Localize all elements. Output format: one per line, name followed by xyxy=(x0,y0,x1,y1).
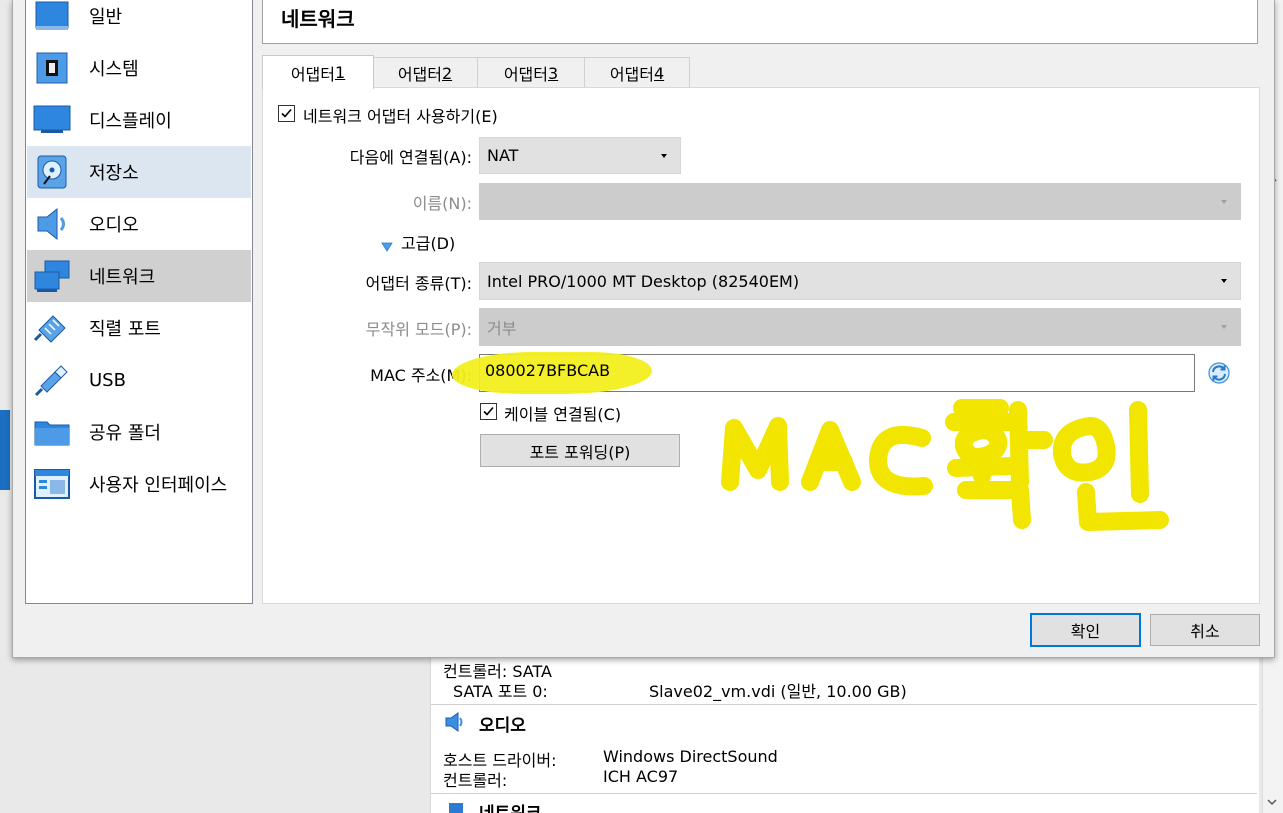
tab-adapter-4-key: 4 xyxy=(653,63,665,83)
cable-connected-label[interactable]: 케이블 연결됨(C) xyxy=(504,401,621,425)
sidebar-item-serial-port[interactable]: 직렬 포트 xyxy=(27,302,251,354)
tab-adapter-3-label: 어댑터 xyxy=(503,65,548,84)
usb-icon xyxy=(33,361,71,399)
tab-adapter-1-key: 1 xyxy=(334,63,346,82)
tab-adapter-3[interactable]: 어댑터 3 xyxy=(477,57,585,88)
attached-to-select[interactable]: NAT xyxy=(479,137,681,174)
user-interface-icon xyxy=(33,465,71,503)
tab-adapter-2-key: 2 xyxy=(441,63,453,83)
enable-adapter-checkbox[interactable] xyxy=(278,105,295,122)
mac-address-value: 080027BFBCAB xyxy=(485,361,611,380)
sidebar-item-storage[interactable]: 저장소 xyxy=(27,146,251,198)
audio-controller-label: 컨트롤러: xyxy=(443,771,508,790)
network-icon xyxy=(33,257,71,295)
adapter-type-select[interactable]: Intel PRO/1000 MT Desktop (82540EM) xyxy=(479,262,1241,300)
display-monitor-icon xyxy=(33,101,71,139)
adapter-type-label: 어댑터 종류(T): xyxy=(365,274,472,293)
sidebar-label-system: 시스템 xyxy=(89,59,139,80)
tab-adapter-4-label: 어댑터 xyxy=(609,65,654,84)
ok-button[interactable]: 확인 xyxy=(1030,613,1141,647)
system-chip-icon xyxy=(33,49,71,87)
cable-connected-checkbox[interactable] xyxy=(480,403,497,420)
promiscuous-mode-value: 거부 xyxy=(487,319,517,338)
chevron-down-icon xyxy=(661,153,667,158)
tab-adapter-1[interactable]: 어댑터 1 xyxy=(262,55,374,89)
sata-port-value: Slave02_vm.vdi (일반, 10.00 GB) xyxy=(649,682,907,701)
sidebar-item-shared-folder[interactable]: 공유 폴더 xyxy=(27,406,251,458)
sidebar-item-display[interactable]: 디스플레이 xyxy=(27,94,251,146)
tab-adapter-1-label: 어댑터 xyxy=(290,64,335,84)
sidebar-item-usb[interactable]: USB xyxy=(27,354,251,406)
host-driver-value: Windows DirectSound xyxy=(603,747,778,766)
mac-address-label: MAC 주소(M): xyxy=(370,366,472,385)
chevron-down-icon xyxy=(1221,325,1227,329)
sidebar-label-serial-port: 직렬 포트 xyxy=(89,319,161,340)
section-header: 네트워크 xyxy=(262,0,1258,44)
page-title: 네트워크 xyxy=(281,7,355,31)
audio-speaker-icon xyxy=(443,711,467,733)
advanced-toggle-label[interactable]: 고급(D) xyxy=(401,230,455,254)
refresh-mac-icon[interactable] xyxy=(1207,361,1231,385)
network-section-title[interactable]: 네트워크 xyxy=(479,799,542,813)
sidebar-item-system[interactable]: 시스템 xyxy=(27,42,251,94)
promiscuous-mode-label: 무작위 모드(P): xyxy=(365,320,472,339)
attached-to-value: NAT xyxy=(487,146,519,165)
tab-adapter-3-key: 3 xyxy=(547,63,559,83)
enable-adapter-label[interactable]: 네트워크 어댑터 사용하기(E) xyxy=(303,103,498,127)
promiscuous-mode-select[interactable]: 거부 xyxy=(479,308,1241,346)
settings-sidebar: 일반 시스템 디스플레이 저장소 오디오 네트워크 직렬 포트 USB 공유 폴… xyxy=(25,0,253,604)
audio-speaker-icon xyxy=(33,205,71,243)
mac-check-annotation xyxy=(721,399,1169,531)
sidebar-label-audio: 오디오 xyxy=(89,215,139,236)
sidebar-label-network: 네트워크 xyxy=(89,267,156,288)
sidebar-item-network[interactable]: 네트워크 xyxy=(27,250,251,302)
sidebar-label-general: 일반 xyxy=(89,7,123,28)
chevron-down-icon xyxy=(1221,199,1227,204)
attached-to-label: 다음에 연결됨(A): xyxy=(349,148,472,167)
details-divider-2 xyxy=(431,793,1257,794)
sidebar-label-storage: 저장소 xyxy=(89,163,139,184)
name-label: 이름(N): xyxy=(412,194,472,213)
storage-disk-icon xyxy=(33,153,71,191)
shared-folder-icon xyxy=(33,413,71,451)
general-icon xyxy=(33,0,71,35)
port-forwarding-button[interactable]: 포트 포워딩(P) xyxy=(480,434,680,467)
sidebar-label-display: 디스플레이 xyxy=(89,111,172,132)
details-divider xyxy=(431,704,1257,705)
cancel-button[interactable]: 취소 xyxy=(1150,614,1260,646)
audio-controller-value: ICH AC97 xyxy=(603,767,679,786)
serial-port-icon xyxy=(33,309,71,347)
tab-adapter-4[interactable]: 어댑터 4 xyxy=(584,57,690,88)
network-icon-partial xyxy=(443,801,467,813)
vm-details-panel: 컨트롤러: SATA SATA 포트 0: Slave02_vm.vdi (일반… xyxy=(430,650,1259,813)
sidebar-label-user-interface: 사용자 인터페이스 xyxy=(89,475,228,496)
main-window-left-edge xyxy=(0,410,10,490)
sata-port-label: SATA 포트 0: xyxy=(453,682,548,701)
audio-section-title[interactable]: 오디오 xyxy=(479,711,526,736)
advanced-expand-triangle-icon[interactable] xyxy=(381,237,393,252)
chevron-down-icon xyxy=(1221,279,1227,283)
sidebar-item-audio[interactable]: 오디오 xyxy=(27,198,251,250)
sidebar-item-user-interface[interactable]: 사용자 인터페이스 xyxy=(27,458,251,510)
sidebar-label-usb: USB xyxy=(89,369,126,391)
sidebar-item-general[interactable]: 일반 xyxy=(27,0,251,42)
sidebar-label-shared-folder: 공유 폴더 xyxy=(89,423,161,444)
tab-adapter-2[interactable]: 어댑터 2 xyxy=(372,57,478,88)
tab-adapter-2-label: 어댑터 xyxy=(397,65,442,84)
name-select[interactable] xyxy=(479,183,1241,220)
scroll-down-arrow-icon[interactable] xyxy=(1266,793,1278,806)
adapter-type-value: Intel PRO/1000 MT Desktop (82540EM) xyxy=(487,271,800,291)
